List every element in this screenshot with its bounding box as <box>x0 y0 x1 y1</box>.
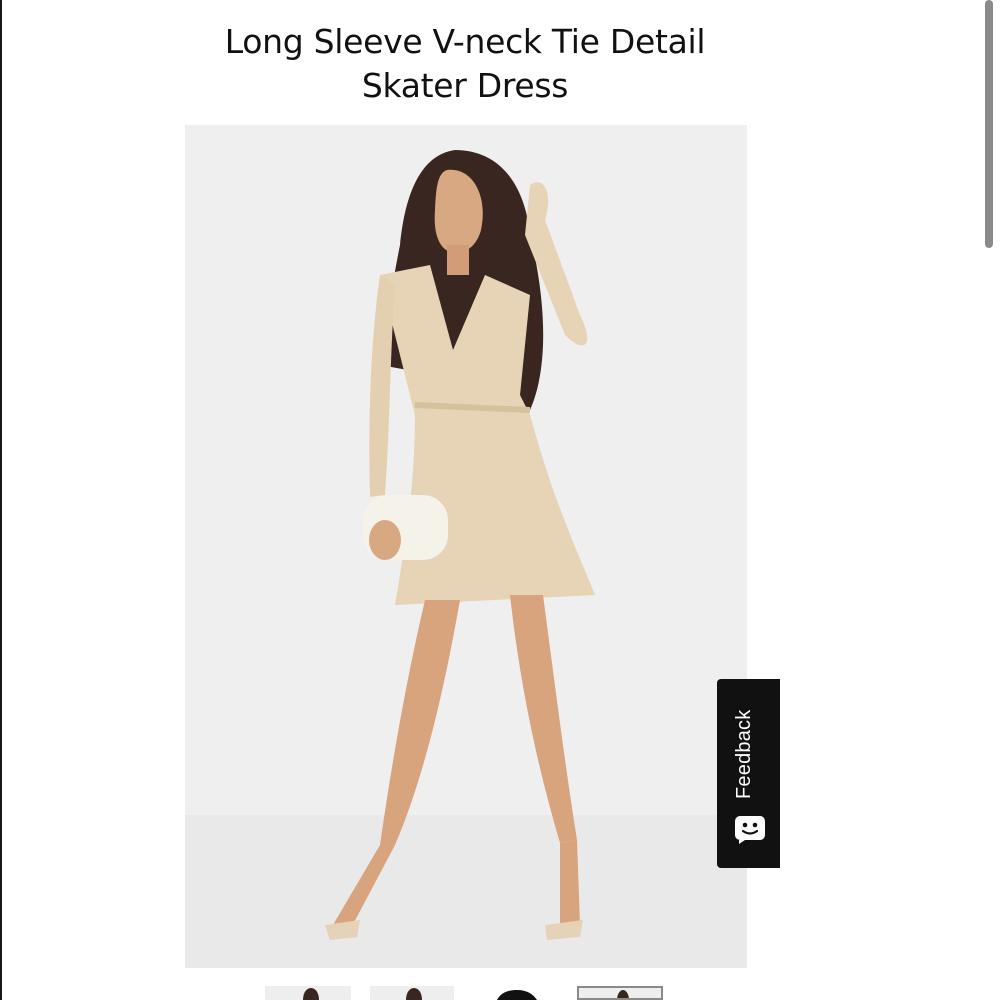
product-main-image[interactable] <box>185 125 747 968</box>
scrollbar-thumb[interactable] <box>985 0 993 248</box>
model-photo-illustration <box>185 125 747 968</box>
thumbnail-strip <box>265 986 665 1000</box>
thumbnail-2[interactable] <box>370 986 454 1000</box>
chat-smile-icon <box>735 816 765 844</box>
product-title: Long Sleeve V-neck Tie Detail Skater Dre… <box>200 20 730 108</box>
feedback-tab-button[interactable]: Feedback <box>717 679 780 868</box>
product-title-line-2: Skater Dress <box>361 66 569 105</box>
thumbnail-1[interactable] <box>265 986 351 1000</box>
page-left-border <box>0 0 2 1000</box>
thumbnail-4-selected[interactable] <box>577 986 663 1000</box>
thumbnail-3[interactable] <box>475 986 559 1000</box>
product-title-line-1: Long Sleeve V-neck Tie Detail <box>224 22 706 61</box>
feedback-label: Feedback <box>733 709 755 799</box>
